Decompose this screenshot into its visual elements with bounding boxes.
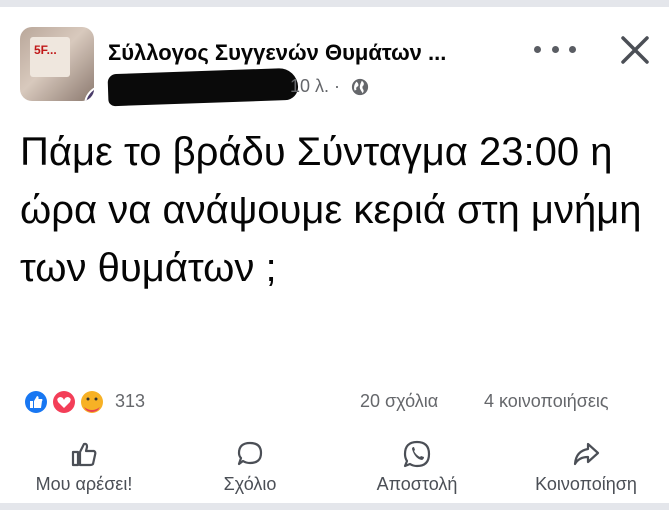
like-icon bbox=[23, 389, 49, 415]
like-button[interactable]: Μου αρέσει! bbox=[18, 439, 150, 503]
page-avatar[interactable]: 5F... bbox=[20, 27, 94, 101]
thumbs-up-icon bbox=[71, 442, 97, 467]
whatsapp-icon bbox=[403, 440, 431, 468]
care-icon bbox=[79, 389, 105, 415]
reactions-icons[interactable] bbox=[20, 388, 112, 416]
author-name[interactable]: Σύλλογος Συγγενών Θυμάτων ... bbox=[108, 40, 518, 66]
more-dot bbox=[534, 45, 541, 53]
send-button[interactable]: Αποστολή bbox=[356, 439, 478, 503]
redacted-name bbox=[107, 67, 299, 107]
profile-avatar[interactable] bbox=[84, 85, 94, 101]
post-actions: Μου αρέσει! Σχόλιο Αποστολή Κοινοποίηση bbox=[0, 439, 669, 503]
close-icon[interactable] bbox=[618, 33, 652, 67]
send-label: Αποστολή bbox=[376, 474, 458, 494]
more-dot bbox=[551, 45, 559, 53]
share-button[interactable]: Κοινοποίηση bbox=[512, 439, 660, 503]
like-label: Μου αρέσει! bbox=[35, 474, 133, 494]
share-icon bbox=[573, 442, 600, 466]
post-meta: 10 λ. · bbox=[290, 76, 369, 97]
more-dot bbox=[569, 45, 576, 53]
shares-count[interactable]: 4 κοινοποιήσεις bbox=[484, 391, 609, 412]
comment-button[interactable]: Σχόλιο bbox=[200, 439, 300, 503]
post-time[interactable]: 10 λ. bbox=[290, 76, 329, 97]
post-stats: 313 20 σχόλια 4 κοινοποιήσεις bbox=[0, 380, 669, 420]
comment-icon bbox=[237, 441, 263, 466]
post-card: 5F... Σύλλογος Συγγενών Θυμάτων ... 10 λ… bbox=[0, 7, 669, 503]
comment-label: Σχόλιο bbox=[223, 474, 277, 494]
share-label: Κοινοποίηση bbox=[535, 474, 637, 494]
comments-count[interactable]: 20 σχόλια bbox=[360, 391, 438, 412]
post-header: 5F... Σύλλογος Συγγενών Θυμάτων ... 10 λ… bbox=[0, 7, 669, 107]
post-text: Πάμε το βράδυ Σύνταγμα 23:00 η ώρα να αν… bbox=[20, 130, 642, 290]
avatar-sign-text: 5F... bbox=[34, 43, 57, 57]
love-icon bbox=[51, 389, 77, 415]
more-icon[interactable] bbox=[534, 35, 576, 63]
reaction-count[interactable]: 313 bbox=[115, 391, 145, 412]
globe-icon[interactable] bbox=[351, 78, 369, 96]
meta-separator: · bbox=[334, 76, 341, 96]
